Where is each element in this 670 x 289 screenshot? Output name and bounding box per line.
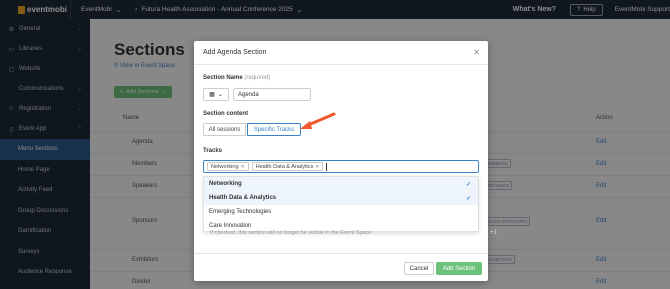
option-label: Emerging Technologies bbox=[209, 209, 272, 215]
track-chip: Networking ✕ bbox=[207, 162, 249, 171]
close-icon[interactable]: ✕ bbox=[315, 164, 319, 170]
option-label: Health Data & Analytics bbox=[209, 195, 277, 201]
section-name-input[interactable]: Agenda bbox=[233, 88, 311, 101]
calendar-icon: ▦ bbox=[209, 92, 215, 98]
option-label: Networking bbox=[209, 181, 242, 187]
hidden-section-note: If checked, this section will no longer … bbox=[210, 230, 372, 236]
chip-label: Health Data & Analytics bbox=[255, 163, 314, 170]
dropdown-option[interactable]: Emerging Technologies bbox=[204, 205, 478, 219]
dialog-footer: Cancel Add Section bbox=[194, 253, 488, 281]
plus-one-indicator: +1 bbox=[490, 230, 497, 236]
section-content-label: Section content bbox=[203, 111, 249, 117]
track-chip: Health Data & Analytics ✕ bbox=[251, 162, 324, 171]
checkmark-icon: ✓ bbox=[465, 181, 471, 188]
section-name-label: Section Name (required) bbox=[203, 75, 270, 81]
section-icon-picker[interactable]: ▦ ⌄ bbox=[203, 88, 229, 101]
tracks-dropdown: Networking ✓ Health Data & Analytics ✓ E… bbox=[203, 176, 479, 232]
checkmark-icon: ✓ bbox=[465, 195, 471, 202]
tracks-label: Tracks bbox=[203, 148, 223, 154]
annotation-arrow-icon bbox=[300, 112, 336, 129]
add-section-button[interactable]: Add Section bbox=[436, 262, 482, 275]
section-name-label-text: Section Name bbox=[203, 75, 243, 81]
chip-label: Networking bbox=[211, 163, 239, 170]
close-icon[interactable]: ✕ bbox=[473, 48, 480, 57]
close-icon[interactable]: ✕ bbox=[241, 164, 245, 170]
dialog-title: Add Agenda Section bbox=[194, 41, 488, 65]
text-cursor bbox=[326, 162, 328, 171]
all-sessions-toggle[interactable]: All sessions bbox=[203, 123, 246, 136]
cancel-button[interactable]: Cancel bbox=[404, 262, 434, 275]
add-agenda-section-dialog: Add Agenda Section ✕ Section Name (requi… bbox=[194, 41, 488, 281]
chevron-down-icon: ⌄ bbox=[217, 92, 223, 98]
option-label: Care Innovation bbox=[209, 223, 252, 229]
specific-tracks-toggle[interactable]: Specific Tracks bbox=[247, 123, 301, 136]
tracks-multiselect[interactable]: Networking ✕ Health Data & Analytics ✕ bbox=[203, 160, 479, 173]
dropdown-option[interactable]: Networking ✓ bbox=[204, 177, 478, 191]
required-hint: (required) bbox=[244, 75, 271, 81]
dropdown-option[interactable]: Health Data & Analytics ✓ bbox=[204, 191, 478, 205]
